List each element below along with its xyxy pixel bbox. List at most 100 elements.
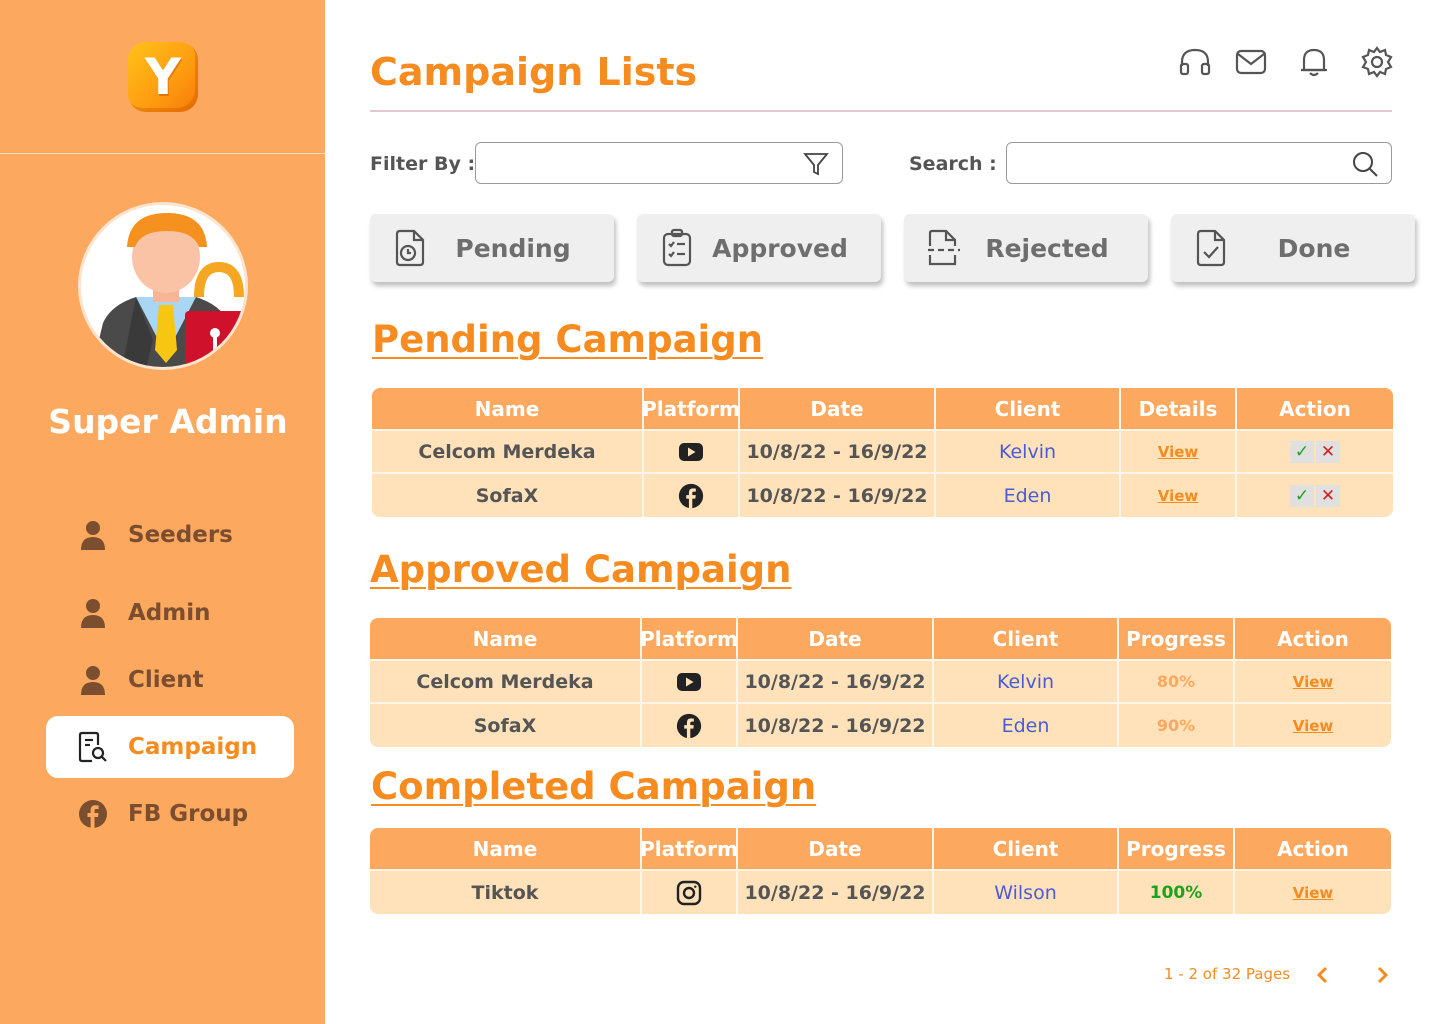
cell-progress: 90%: [1119, 704, 1235, 747]
instagram-icon: [676, 880, 702, 905]
col-platform: Platform: [642, 388, 740, 429]
cell-action: View: [1235, 704, 1391, 747]
prev-page-button[interactable]: [1311, 964, 1333, 986]
col-action: Action: [1277, 626, 1349, 651]
sidebar-item-admin[interactable]: Admin: [46, 582, 294, 644]
search-input[interactable]: [1007, 143, 1334, 183]
cell-client[interactable]: Kelvin: [936, 431, 1121, 472]
approved-button[interactable]: Approved: [637, 214, 881, 282]
col-client: Client: [934, 828, 1119, 869]
facebook-icon: [676, 713, 702, 738]
clipboard-check-icon: [657, 228, 697, 268]
col-platform: Platform: [640, 618, 738, 659]
table-header: Name Platform Date Client Progress Actio…: [370, 618, 1391, 661]
facebook-icon: [678, 483, 704, 508]
pending-section-title: Pending Campaign: [372, 318, 764, 361]
mail-icon[interactable]: [1233, 44, 1269, 80]
cell-date: 10/8/22 - 16/9/22: [740, 431, 936, 472]
search-label: Search :: [909, 153, 997, 175]
filter-icon[interactable]: [802, 150, 830, 178]
sidebar-item-client[interactable]: Client: [46, 649, 294, 711]
view-link[interactable]: View: [1293, 884, 1334, 902]
cell-action: View: [1235, 661, 1391, 702]
pending-button[interactable]: Pending: [370, 214, 614, 282]
col-name: Name: [370, 618, 642, 659]
user-icon: [76, 596, 110, 630]
header-divider: [370, 110, 1392, 112]
sidebar-divider: [0, 153, 325, 154]
sidebar-item-label: Seeders: [128, 522, 233, 548]
cell-client[interactable]: Kelvin: [934, 661, 1119, 702]
table-row: Tiktok 10/8/22 - 16/9/22 Wilson 100% Vie…: [370, 871, 1391, 914]
cell-platform: [642, 661, 738, 702]
col-name: Name: [372, 388, 644, 429]
col-platform: Platform: [640, 828, 738, 869]
cell-progress: 80%: [1119, 661, 1235, 702]
reject-button[interactable]: ✕: [1316, 440, 1340, 463]
youtube-icon: [677, 672, 701, 691]
approved-table: Name Platform Date Client Progress Actio…: [370, 618, 1391, 747]
headset-icon[interactable]: [1177, 44, 1213, 80]
avatar: [78, 202, 248, 370]
pending-file-icon: [390, 228, 430, 268]
admin-avatar-icon: [92, 213, 245, 367]
sidebar-item-fb-group[interactable]: FB Group: [46, 783, 294, 845]
filter-input[interactable]: [476, 143, 788, 183]
col-date: Date: [740, 388, 936, 429]
approve-button[interactable]: ✓: [1290, 484, 1314, 507]
reject-button[interactable]: ✕: [1316, 484, 1340, 507]
cell-platform: [642, 704, 738, 747]
col-action: Action: [1277, 836, 1349, 861]
document-search-icon: [76, 730, 110, 764]
table-row: SofaX 10/8/22 - 16/9/22 Eden 90% View: [370, 704, 1391, 747]
cell-client[interactable]: Eden: [936, 474, 1121, 517]
sidebar-item-label: FB Group: [128, 801, 249, 827]
search-field[interactable]: [1006, 142, 1392, 184]
view-details-link[interactable]: View: [1158, 487, 1199, 505]
chevron-left-icon: [1316, 966, 1328, 984]
gear-icon[interactable]: [1359, 44, 1395, 80]
cell-name: SofaX: [372, 474, 644, 517]
col-progress: Progress: [1119, 618, 1235, 659]
cell-platform: [644, 431, 740, 472]
cell-name: SofaX: [370, 704, 642, 747]
cell-platform: [642, 871, 738, 914]
app-root: Y Super Admin Seeders Admin Client Campa…: [0, 0, 1440, 1024]
rejected-file-icon: [924, 228, 964, 268]
approve-button[interactable]: ✓: [1290, 440, 1314, 463]
bell-icon[interactable]: [1296, 44, 1332, 80]
table-header: Name Platform Date Client Progress Actio…: [370, 828, 1391, 871]
cell-client[interactable]: Wilson: [934, 871, 1119, 914]
cell-date: 10/8/22 - 16/9/22: [738, 704, 934, 747]
approved-section-title: Approved Campaign: [370, 548, 792, 591]
logo-letter: Y: [144, 48, 182, 106]
table-header: Name Platform Date Client Details Action: [372, 388, 1393, 431]
cell-details: View: [1121, 474, 1237, 517]
col-date: Date: [738, 618, 934, 659]
cell-platform: [644, 474, 740, 517]
col-details: Details: [1121, 388, 1237, 429]
sidebar-item-seeders[interactable]: Seeders: [46, 504, 294, 566]
filter-field[interactable]: [475, 142, 843, 184]
pending-table: Name Platform Date Client Details Action…: [372, 388, 1393, 517]
rejected-button[interactable]: Rejected: [904, 214, 1148, 282]
cell-action: ✓ ✕: [1237, 474, 1393, 517]
user-icon: [76, 663, 110, 697]
app-logo[interactable]: Y: [128, 42, 198, 112]
sidebar: Y Super Admin Seeders Admin Client Campa…: [0, 0, 325, 1024]
view-link[interactable]: View: [1293, 673, 1334, 691]
facebook-icon: [76, 797, 110, 831]
view-link[interactable]: View: [1293, 717, 1334, 735]
chevron-right-icon: [1377, 966, 1389, 984]
next-page-button[interactable]: [1372, 964, 1394, 986]
cell-action: View: [1235, 871, 1391, 914]
cell-client[interactable]: Eden: [934, 704, 1119, 747]
col-date: Date: [738, 828, 934, 869]
done-button[interactable]: Done: [1171, 214, 1415, 282]
sidebar-item-campaign[interactable]: Campaign: [46, 716, 294, 778]
view-details-link[interactable]: View: [1158, 443, 1199, 461]
sidebar-item-label: Client: [128, 667, 204, 693]
search-icon[interactable]: [1351, 150, 1379, 178]
cell-date: 10/8/22 - 16/9/22: [738, 871, 934, 914]
done-file-icon: [1191, 228, 1231, 268]
